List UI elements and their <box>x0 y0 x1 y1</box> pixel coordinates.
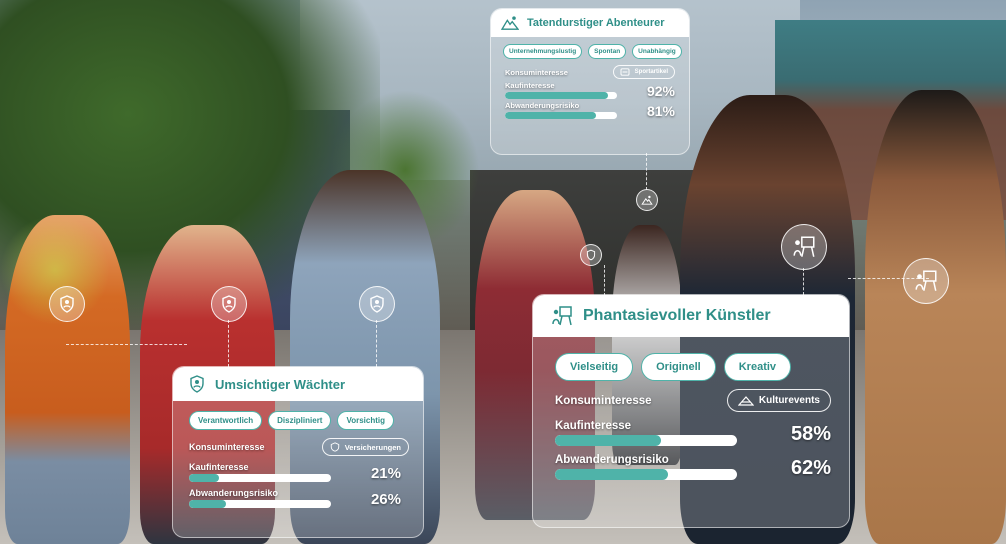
trait-tag: Unabhängig <box>632 44 682 59</box>
connector-line <box>228 320 229 367</box>
shield-person-icon <box>586 249 596 261</box>
persona-marker[interactable] <box>903 258 949 304</box>
person-hat <box>865 90 1006 544</box>
consumer-interest-pill: Kulturevents <box>726 389 831 412</box>
consumer-interest-pill: Versicherungen <box>321 438 409 456</box>
consumer-interest-value: Sportartikel <box>634 69 668 75</box>
churn-risk-fill <box>555 469 668 480</box>
churn-risk-bar <box>505 112 617 119</box>
consumer-interest-row: Konsuminteresse Versicherungen <box>173 430 423 456</box>
persona-marker[interactable] <box>781 224 827 270</box>
persona-marker[interactable] <box>580 244 602 266</box>
churn-risk-label: Abwanderungsrisiko <box>189 488 279 498</box>
persona-marker[interactable] <box>211 286 247 322</box>
connector-line <box>646 153 647 190</box>
card-title: Umsichtiger Wächter <box>215 376 346 392</box>
connector-line <box>376 320 377 367</box>
card-header: Tatendurstiger Abenteurer <box>491 9 689 37</box>
churn-risk-label: Abwanderungsrisiko <box>505 101 580 110</box>
trait-tags: Unternehmungslustig Spontan Unabhängig <box>491 37 689 59</box>
trait-tag: Unternehmungslustig <box>503 44 583 59</box>
card-title: Tatendurstiger Abenteurer <box>527 17 665 29</box>
artist-easel-icon <box>915 270 937 291</box>
insurance-icon <box>330 442 339 452</box>
card-title: Phantasievoller Künstler <box>583 307 771 324</box>
consumer-interest-value: Kulturevents <box>758 395 820 406</box>
trait-tag: Verantwortlich <box>189 411 263 430</box>
persona-card-adventurer[interactable]: Tatendurstiger Abenteurer Unternehmungsl… <box>490 8 690 155</box>
culture-icon <box>737 396 754 406</box>
artist-easel-icon <box>793 236 815 257</box>
purchase-interest-metric: Kaufinteresse 58% <box>533 412 849 446</box>
persona-marker[interactable] <box>49 286 85 322</box>
churn-risk-metric: Abwanderungsrisiko 81% <box>491 99 689 119</box>
churn-risk-bar <box>555 469 737 480</box>
purchase-interest-fill <box>555 435 661 446</box>
persona-marker[interactable] <box>359 286 395 322</box>
purchase-interest-bar <box>555 435 737 446</box>
churn-risk-label: Abwanderungsrisiko <box>555 454 669 466</box>
persona-card-artist[interactable]: Phantasievoller Künstler Vielseitig Orig… <box>532 294 850 528</box>
card-header: Umsichtiger Wächter <box>173 367 423 401</box>
persona-scene: Tatendurstiger Abenteurer Unternehmungsl… <box>0 0 1006 544</box>
shield-person-icon <box>190 375 204 393</box>
churn-risk-fill <box>189 500 226 508</box>
purchase-interest-value: 92% <box>646 83 675 99</box>
purchase-interest-fill <box>505 92 609 99</box>
churn-risk-value: 26% <box>370 491 401 508</box>
consumer-interest-row: Konsuminteresse Sportartikel <box>491 59 689 79</box>
churn-risk-metric: Abwanderungsrisiko 62% <box>533 446 849 480</box>
mountain-person-icon <box>641 195 653 205</box>
artist-easel-icon <box>552 306 572 326</box>
churn-risk-value: 62% <box>790 457 831 479</box>
trait-tag: Spontan <box>588 44 627 59</box>
shield-person-icon <box>370 295 384 313</box>
trait-tag: Diszipliniert <box>268 411 332 430</box>
consumer-interest-label: Konsuminteresse <box>555 394 652 407</box>
shield-person-icon <box>222 295 236 313</box>
trait-tags: Vielseitig Originell Kreativ <box>533 337 849 381</box>
trait-tag: Kreativ <box>723 353 792 381</box>
purchase-interest-fill <box>189 474 219 482</box>
shield-person-icon <box>60 295 74 313</box>
purchase-interest-label: Kaufinteresse <box>555 420 632 432</box>
connector-line <box>803 268 804 295</box>
churn-risk-fill <box>505 112 596 119</box>
sports-icon <box>620 68 630 76</box>
purchase-interest-value: 58% <box>790 423 831 445</box>
persona-marker[interactable] <box>636 189 658 211</box>
persona-card-guardian[interactable]: Umsichtiger Wächter Verantwortlich Diszi… <box>172 366 424 538</box>
purchase-interest-bar <box>189 474 331 482</box>
churn-risk-value: 81% <box>646 103 675 119</box>
churn-risk-bar <box>189 500 331 508</box>
purchase-interest-metric: Kaufinteresse 92% <box>491 79 689 99</box>
trait-tag: Vielseitig <box>555 353 634 381</box>
purchase-interest-value: 21% <box>370 465 401 482</box>
churn-risk-metric: Abwanderungsrisiko 26% <box>173 482 423 508</box>
purchase-interest-label: Kaufinteresse <box>505 81 555 90</box>
consumer-interest-row: Konsuminteresse Kulturevents <box>533 381 849 412</box>
trait-tag: Vorsichtig <box>337 411 394 430</box>
purchase-interest-metric: Kaufinteresse 21% <box>173 456 423 482</box>
consumer-interest-label: Konsuminteresse <box>189 442 265 452</box>
mountain-person-icon <box>501 16 519 30</box>
purchase-interest-bar <box>505 92 617 99</box>
trait-tag: Originell <box>641 353 716 381</box>
consumer-interest-value: Versicherungen <box>344 442 401 452</box>
consumer-interest-pill: Sportartikel <box>612 65 675 79</box>
consumer-interest-label: Konsuminteresse <box>505 67 568 77</box>
card-header: Phantasievoller Künstler <box>533 295 849 337</box>
purchase-interest-label: Kaufinteresse <box>189 462 249 472</box>
trait-tags: Verantwortlich Diszipliniert Vorsichtig <box>173 401 423 430</box>
connector-line <box>604 265 605 296</box>
connector-line <box>66 344 187 345</box>
